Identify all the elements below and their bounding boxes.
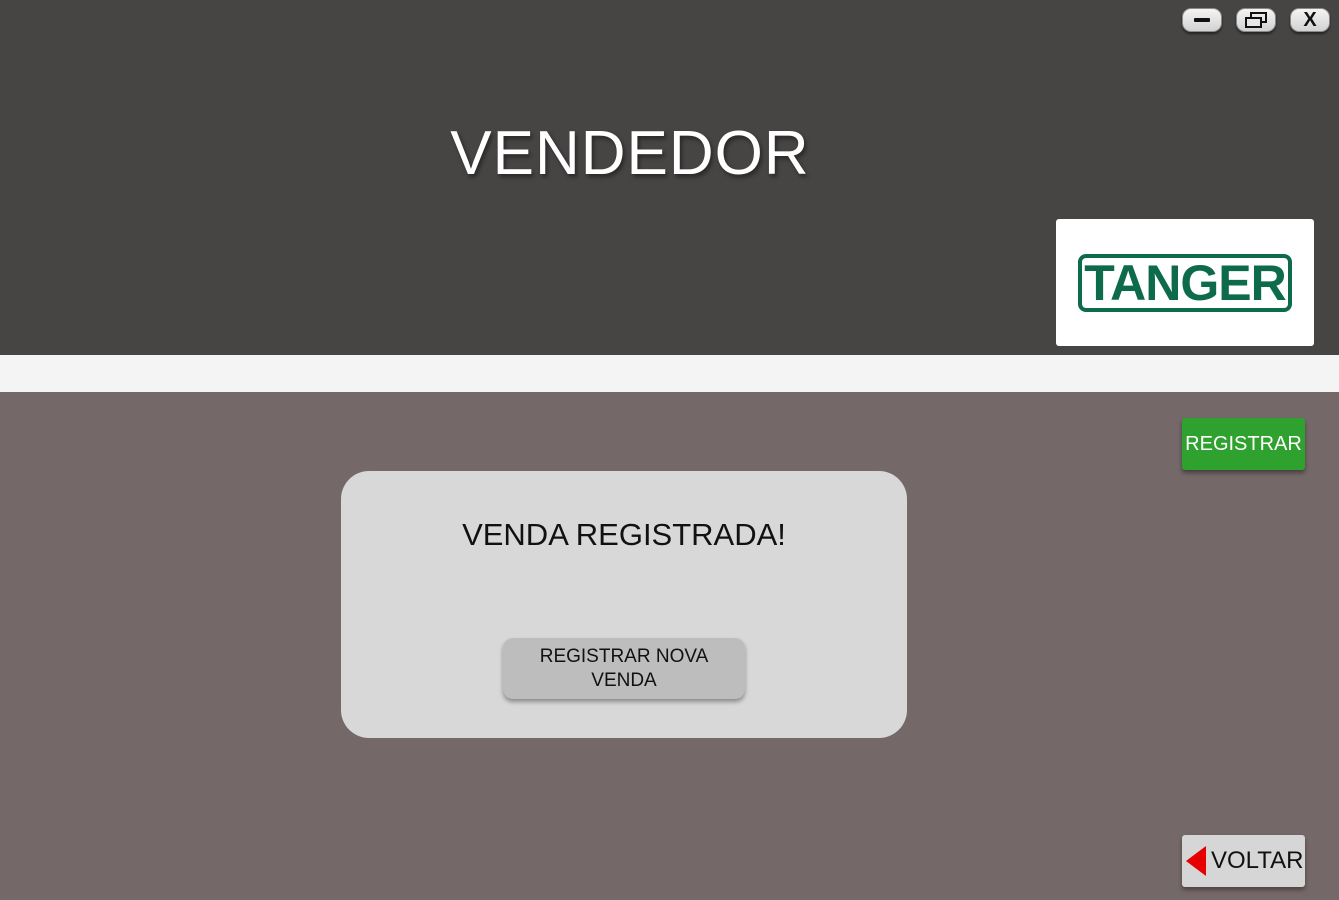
company-logo: TANGER [1056, 219, 1314, 346]
maximize-icon [1245, 12, 1267, 28]
close-icon: X [1303, 9, 1317, 31]
minimize-icon [1194, 18, 1210, 22]
minimize-button[interactable] [1182, 8, 1222, 32]
back-button[interactable]: VOLTAR [1182, 835, 1305, 887]
back-button-label: VOLTAR [1211, 847, 1304, 874]
logo-text: TANGER [1078, 253, 1292, 312]
new-sale-button[interactable]: REGISTRAR NOVA VENDA [503, 638, 745, 699]
app-window: VENDEDOR X TANGER REGISTRAR VENDA REGIST… [0, 0, 1339, 900]
left-arrow-icon [1186, 846, 1206, 876]
page-title: VENDEDOR [450, 119, 810, 188]
registrar-button[interactable]: REGISTRAR [1182, 418, 1305, 470]
separator-strip [0, 355, 1339, 392]
close-button[interactable]: X [1290, 8, 1330, 32]
confirmation-dialog: VENDA REGISTRADA! REGISTRAR NOVA VENDA [341, 471, 907, 738]
header: VENDEDOR X TANGER [0, 0, 1339, 355]
confirmation-message: VENDA REGISTRADA! [462, 517, 786, 552]
maximize-button[interactable] [1236, 8, 1276, 32]
